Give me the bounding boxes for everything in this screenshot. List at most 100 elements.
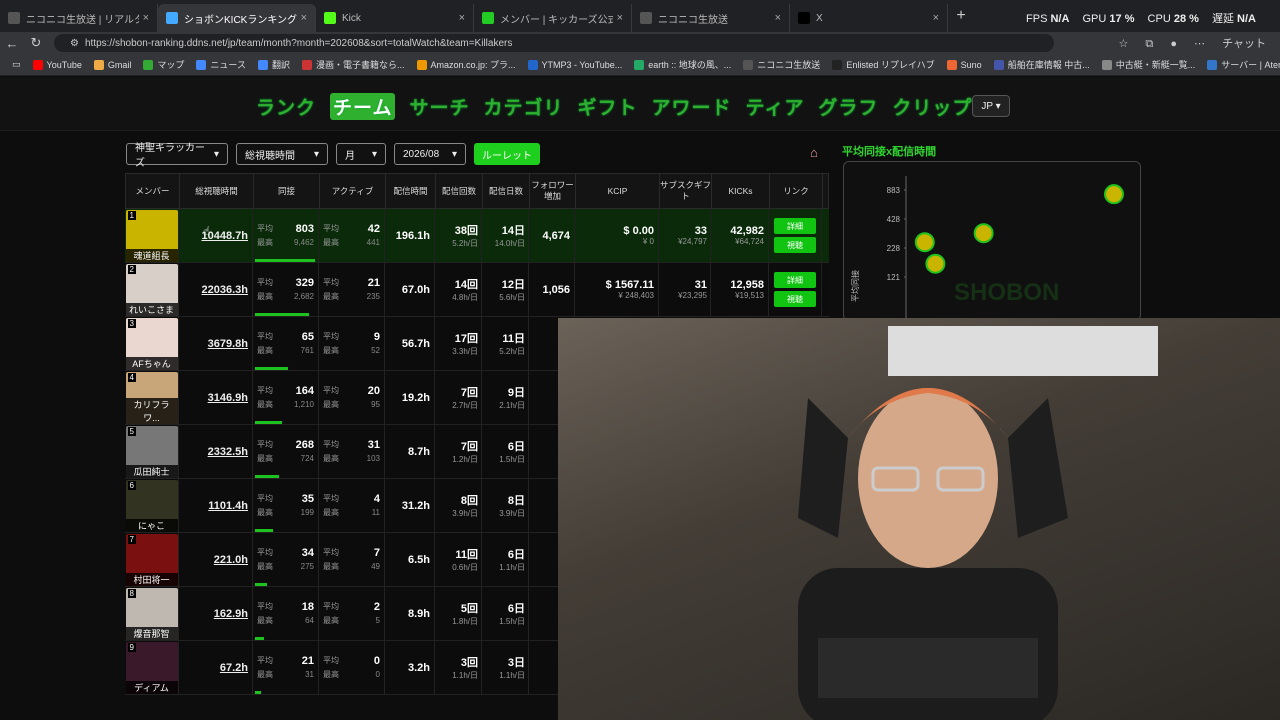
- url-field[interactable]: ⚙ https://shobon-ranking.ddns.net/jp/team…: [54, 34, 1054, 52]
- member-cell[interactable]: 7 村田将一: [125, 533, 179, 586]
- site-info-icon[interactable]: ⚙: [70, 38, 79, 49]
- avatar[interactable]: 7 村田将一: [125, 533, 178, 586]
- avatar[interactable]: 9 ディアム: [125, 641, 178, 694]
- bookmark-item[interactable]: Amazon.co.jp: プラ...: [416, 58, 516, 71]
- watch-button[interactable]: 視聴: [774, 291, 816, 307]
- column-header[interactable]: 配信回数: [436, 174, 483, 208]
- total-watch-link[interactable]: 162.9h: [214, 608, 248, 620]
- sort-select[interactable]: 総視聴時間 ▾: [236, 143, 328, 165]
- avatar[interactable]: 4 カリフラワ...: [125, 371, 178, 424]
- column-header[interactable]: フォロワー増加: [530, 174, 576, 208]
- chat-button[interactable]: チャット: [1222, 38, 1266, 50]
- back-arrow-icon[interactable]: ←: [0, 36, 24, 51]
- detail-button[interactable]: 詳細: [774, 218, 816, 234]
- close-icon[interactable]: ×: [301, 12, 307, 24]
- reload-icon[interactable]: ↻: [24, 35, 48, 51]
- profile-icon[interactable]: ●: [1170, 38, 1177, 50]
- nav-item[interactable]: カテゴリ: [483, 93, 563, 120]
- nav-item[interactable]: ギフト: [577, 93, 637, 120]
- column-header[interactable]: アクティブ: [320, 174, 386, 208]
- column-header[interactable]: 配信時間: [386, 174, 436, 208]
- avatar[interactable]: 6 にゃこ: [125, 479, 178, 532]
- total-watch-link[interactable]: 221.0h: [214, 554, 248, 566]
- bookmark-item[interactable]: Gmail: [93, 59, 131, 70]
- browser-tab[interactable]: メンバー | キッカーズ公式サイト ×: [474, 4, 632, 32]
- nav-item[interactable]: グラフ: [818, 93, 878, 120]
- close-icon[interactable]: ×: [143, 12, 149, 24]
- member-cell[interactable]: 8 爆音那智: [125, 587, 179, 640]
- column-header[interactable]: メンバー: [126, 174, 180, 208]
- member-cell[interactable]: 2 れいこさま: [125, 263, 179, 316]
- close-icon[interactable]: ×: [459, 12, 465, 24]
- bookmark-item[interactable]: YTMP3 - YouTube...: [527, 59, 622, 70]
- bookmark-item[interactable]: Enlisted リプレイハブ: [832, 58, 935, 71]
- bookmark-item[interactable]: 翻訳: [257, 58, 290, 71]
- member-cell[interactable]: 1 魂道組長: [125, 209, 179, 262]
- site-nav: ランク チーム サーチ カテゴリ ギフト アワード ティア グラフ クリップ: [256, 93, 972, 120]
- column-header[interactable]: 配信日数: [483, 174, 530, 208]
- extensions-icon[interactable]: ⧉: [1145, 38, 1153, 50]
- browser-tab[interactable]: Kick ×: [316, 4, 474, 32]
- nav-item[interactable]: チーム: [330, 93, 396, 120]
- close-icon[interactable]: ×: [617, 12, 623, 24]
- total-watch-link[interactable]: 3146.9h: [208, 392, 248, 404]
- bookmark-star-icon[interactable]: ☆: [1118, 38, 1128, 50]
- nav-item[interactable]: サーチ: [409, 93, 469, 120]
- bookmark-item[interactable]: Suno: [946, 59, 982, 70]
- team-select[interactable]: 神聖キラッカーズ ▾: [126, 143, 228, 169]
- avatar[interactable]: 3 AFちゃん: [125, 317, 178, 370]
- bookmark-item[interactable]: earth :: 地球の風、...: [634, 58, 731, 71]
- nav-item[interactable]: ティア: [746, 93, 805, 120]
- total-watch-link[interactable]: 1101.4h: [208, 500, 248, 512]
- avatar[interactable]: 2 れいこさま: [125, 263, 178, 316]
- roulette-button[interactable]: ルーレット: [474, 143, 540, 165]
- bookmark-item[interactable]: 中古艇・新艇一覧...: [1101, 58, 1195, 71]
- avatar[interactable]: 5 瓜田純士: [125, 425, 178, 478]
- nav-item[interactable]: アワード: [652, 93, 732, 120]
- browser-tab[interactable]: ニコニコ生放送 ×: [632, 4, 790, 32]
- bookmarks-apps-icon[interactable]: ▭: [12, 59, 21, 70]
- nav-item[interactable]: クリップ: [892, 93, 972, 120]
- member-cell[interactable]: 6 にゃこ: [125, 479, 179, 532]
- total-watch-link[interactable]: 3679.8h: [208, 338, 248, 350]
- total-watch-link[interactable]: 22036.3h: [202, 284, 248, 296]
- watch-button[interactable]: 視聴: [774, 237, 816, 253]
- member-cell[interactable]: 4 カリフラワ...: [125, 371, 179, 424]
- avatar[interactable]: 1 魂道組長: [125, 209, 178, 262]
- new-tab-button[interactable]: +: [948, 7, 974, 25]
- avatar[interactable]: 8 爆音那智: [125, 587, 178, 640]
- bookmark-item[interactable]: YouTube: [32, 59, 82, 70]
- member-cell[interactable]: 9 ディアム: [125, 641, 179, 694]
- member-cell[interactable]: 5 瓜田純士: [125, 425, 179, 478]
- bookmark-item[interactable]: ニュース: [196, 58, 246, 71]
- home-icon[interactable]: ⌂: [810, 145, 818, 160]
- column-header[interactable]: 同接: [254, 174, 320, 208]
- column-header[interactable]: 総視聴時間: [180, 174, 254, 208]
- menu-icon[interactable]: ⋯: [1194, 38, 1205, 50]
- bookmark-item[interactable]: ニコニコ生放送: [743, 58, 820, 71]
- member-cell[interactable]: 3 AFちゃん: [125, 317, 179, 370]
- bookmark-item[interactable]: マップ: [143, 58, 184, 71]
- watch-share-bar: [255, 637, 264, 640]
- total-watch-link[interactable]: 67.2h: [220, 662, 248, 674]
- column-header[interactable]: リンク: [770, 174, 823, 208]
- column-header[interactable]: KICKs: [712, 174, 770, 208]
- total-watch-link[interactable]: 2332.5h: [208, 446, 248, 458]
- gpu-value: 17 %: [1109, 13, 1135, 25]
- language-select[interactable]: JP ▾: [972, 95, 1010, 117]
- month-select[interactable]: 2026/08 ▾: [394, 143, 466, 165]
- bookmark-item[interactable]: サーバー | Aternos |...: [1207, 58, 1280, 71]
- browser-tab[interactable]: X ×: [790, 4, 948, 32]
- browser-tab[interactable]: ニコニコ生放送 | リアルタイムランキング ×: [0, 4, 158, 32]
- detail-button[interactable]: 詳細: [774, 272, 816, 288]
- close-icon[interactable]: ×: [933, 12, 939, 24]
- bookmark-item[interactable]: 船舶在庫情報 中古...: [993, 58, 1090, 71]
- period-select[interactable]: 月 ▾: [336, 143, 386, 165]
- bookmark-item[interactable]: 漫画・電子書籍なら...: [302, 58, 405, 71]
- column-header[interactable]: KCIP: [576, 174, 660, 208]
- browser-tab[interactable]: ショボンKICKランキング | Shobon Kick ×: [158, 4, 316, 32]
- column-header[interactable]: サブスクギフト: [660, 174, 712, 208]
- total-watch-cell: 3146.9h: [179, 371, 253, 424]
- close-icon[interactable]: ×: [775, 12, 781, 24]
- nav-item[interactable]: ランク: [256, 93, 316, 120]
